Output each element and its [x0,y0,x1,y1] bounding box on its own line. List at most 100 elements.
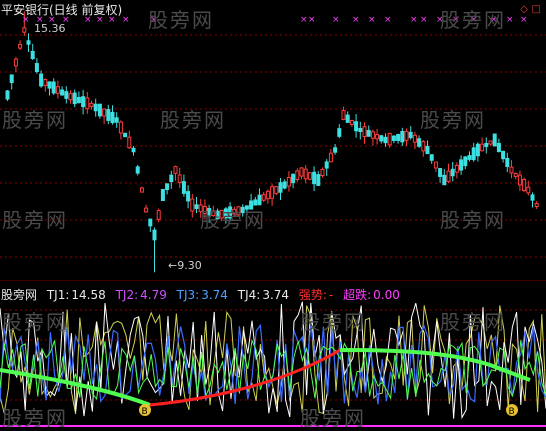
candle-body [488,140,493,145]
candle-body [152,229,157,241]
candle-body [286,176,291,187]
candle-body [18,43,23,49]
candle-body [299,167,304,177]
signal-marker: × [410,15,418,25]
candle-body [173,166,178,174]
candle-body [160,189,165,201]
candle-body [34,63,39,72]
candle-body [270,186,275,199]
candle-body [9,74,14,84]
candle-body [324,161,329,169]
candle-body [400,130,405,143]
candle-body [433,161,438,169]
low-arrow-icon: ← [168,259,178,272]
indicator-item-tj4: TJ4: 3.74 [237,288,290,302]
candle-body [278,182,283,193]
candle-body [505,157,510,168]
candle-body [333,147,338,153]
candle-body [202,206,207,214]
square-icon[interactable]: □ [532,4,541,15]
candle-body [55,86,60,94]
candle-body [127,136,132,149]
candle-body [72,92,77,105]
low-price-label: ←9.30 [168,259,202,272]
candle-body [89,102,94,108]
indicator-item-oversold: 超跌: 0.00 [343,288,400,302]
candle-body [425,145,430,155]
candle-body [496,142,501,153]
signal-marker: × [150,15,158,25]
candle-body [236,206,241,216]
candle-body [438,168,443,177]
candle-body [450,168,455,177]
candle-body [118,121,123,134]
signal-marker: × [352,15,360,25]
signal-marker: × [308,15,316,25]
indicator-item-tj3: TJ3: 3.74 [176,288,228,302]
candle-body [454,164,459,173]
candle-body [354,121,359,132]
candle-body [198,204,203,213]
indicator-item-strong: 强势: - [298,288,334,302]
candle-body [156,210,161,220]
candle-body [383,136,388,144]
signal-marker: × [506,15,514,25]
candle-body [341,110,346,120]
candle-body [106,109,111,121]
candle-body [391,135,396,141]
candle-body [509,166,514,174]
candle-body [522,178,527,192]
candle-body [446,170,451,182]
candle-body [467,155,472,160]
candle-body [375,134,380,140]
chart-title: 平安银行(日线 前复权) [1,3,123,17]
candle-body [362,126,367,138]
candlestick-chart[interactable]: × × × × × × × × × × × × × × × × × × × × × × × [0,0,546,280]
candle-body [244,205,249,210]
candle-body [76,96,81,104]
candle-body [144,207,149,213]
candle-body [417,138,422,147]
signal-marker: × [368,15,376,25]
candle-body [349,120,354,125]
candle-body [484,142,489,148]
candle-body [328,152,333,163]
candle-body [190,198,195,212]
candle-body [513,172,518,178]
candle-body [408,131,413,139]
candle-body [26,40,31,45]
candle-body [253,199,258,206]
candle-body [282,181,287,189]
diamond-icon[interactable]: ◇ [520,4,528,15]
candle-body [530,194,535,201]
candle-body [307,172,312,180]
signal-marker: × [520,15,528,25]
price-chart-panel[interactable]: × × × × × × × × × × × × × × × × × × × × × × × [0,0,546,280]
candle-body [249,200,254,210]
candle-body [370,131,375,139]
candle-body [228,206,233,219]
candle-body [148,218,153,227]
candle-body [30,51,35,59]
candle-body [93,103,98,112]
candle-body [257,194,262,206]
candle-body [207,208,212,216]
candle-body [47,81,52,89]
candle-body [139,187,144,193]
candle-body [114,117,119,123]
candle-body [517,174,522,186]
candle-body [366,129,371,137]
candle-body [412,134,417,143]
signal-marker: × [452,15,460,25]
candle-body [123,132,128,138]
candle-body [345,114,350,123]
candle-body [265,190,270,200]
candle-body [475,143,480,157]
candle-body [186,191,191,202]
candle-body [64,91,69,99]
signal-marker: × [436,15,444,25]
candle-body [211,210,216,217]
candle-body [429,154,434,161]
candle-body [320,168,325,177]
candle-body [51,81,56,94]
